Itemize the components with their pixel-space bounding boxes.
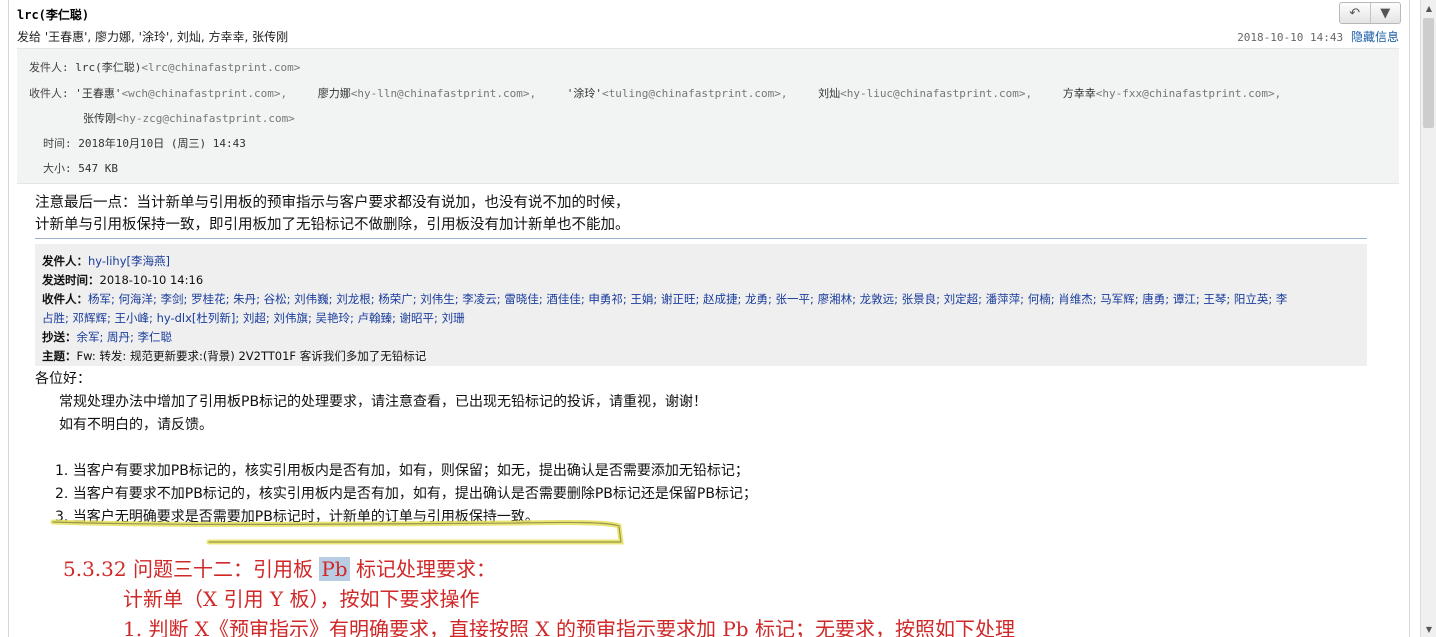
to-row: 收件人: '王春惠'<wch@chinafastprint.com>, 廖力娜<…: [29, 85, 1281, 101]
time-value: 2018年10月10日 (周三) 14:43: [78, 137, 246, 150]
time-label: 时间:: [43, 137, 72, 150]
email-header: lrc(李仁聪) 发给 '王春惠', 廖力娜, '涂玲', 刘灿, 方幸幸, 张…: [9, 0, 1409, 48]
recipient[interactable]: 廖力娜<hy-lln@chinafastprint.com>,: [318, 87, 536, 100]
document-excerpt: 5.3.32 问题三十二：引用板 Pb 标记处理要求： 计新单（X 引用 Y 板…: [63, 554, 1015, 637]
recipient[interactable]: 张传刚<hy-zcg@chinafastprint.com>: [83, 112, 295, 125]
hide-info-link[interactable]: 隐藏信息: [1351, 30, 1399, 44]
email-view: lrc(李仁聪) 发给 '王春惠', 廖力娜, '涂玲', 刘灿, 方幸幸, 张…: [8, 0, 1410, 637]
triangle-down-icon: ▼: [1380, 5, 1391, 21]
to-row-continued: 张传刚<hy-zcg@chinafastprint.com>: [83, 110, 295, 126]
more-dropdown-button[interactable]: ▼: [1369, 3, 1401, 23]
excerpt-line: 1. 判断 X《预审指示》有明确要求，直接按照 X 的预审指示要求加 Pb 标记…: [123, 617, 1015, 637]
sent-to-summary: 发给 '王春惠', 廖力娜, '涂玲', 刘灿, 方幸幸, 张传刚: [17, 30, 289, 44]
quoted-to-value[interactable]: 杨军; 何海洋; 李剑; 罗桂花; 朱丹; 谷松; 刘伟巍; 刘龙根; 杨荣广;…: [88, 292, 1287, 306]
body-line: 注意最后一点：当计新单与引用板的预审指示与客户要求都没有说加，也没有说不加的时候…: [35, 195, 630, 211]
scrollbar-thumb[interactable]: [1423, 18, 1434, 128]
recipient[interactable]: '涂玲'<tuling@chinafastprint.com>,: [567, 87, 788, 100]
excerpt-title: 5.3.32 问题三十二：引用板 Pb 标记处理要求：: [63, 557, 496, 581]
reply-button[interactable]: ↶: [1340, 3, 1370, 23]
to-label: 收件人:: [29, 87, 69, 100]
quoted-sent: 发送时间：2018-10-10 14:16: [42, 273, 204, 287]
yellow-underline-annotation: [50, 519, 624, 545]
reply-button-group: ↶ ▼: [1339, 2, 1401, 24]
greeting: 各位好：: [35, 371, 91, 387]
excerpt-line: 计新单（X 引用 Y 板），按如下要求操作: [123, 587, 480, 611]
recipient[interactable]: '王春惠'<wch@chinafastprint.com>,: [75, 87, 287, 100]
time-row: 时间: 2018年10月10日 (周三) 14:43: [43, 135, 246, 151]
message-body: 注意最后一点：当计新单与引用板的预审指示与客户要求都没有说加，也没有说不加的时候…: [35, 192, 630, 236]
size-value: 547 KB: [78, 162, 118, 175]
quoted-to: 收件人：杨军; 何海洋; 李剑; 罗桂花; 朱丹; 谷松; 刘伟巍; 刘龙根; …: [42, 292, 1288, 306]
recipient[interactable]: 刘灿<hy-liuc@chinafastprint.com>,: [818, 87, 1032, 100]
from-name[interactable]: lrc(李仁聪): [75, 61, 141, 74]
letter-paragraph: 如有不明白的，请反馈。: [59, 417, 213, 433]
letter-paragraph: 常规处理办法中增加了引用板PB标记的处理要求，请注意查看，已出现无铅标记的投诉，…: [59, 394, 708, 410]
quoted-header: 发件人：hy-lihy[李海燕] 发送时间：2018-10-10 14:16 收…: [35, 244, 1367, 366]
sender-name: lrc(李仁聪): [17, 8, 90, 22]
quoted-subject: 主题：Fw: 转发: 规范更新要求:(背景) 2V2TT01F 客诉我们多加了无…: [42, 349, 427, 363]
from-label: 发件人:: [29, 61, 69, 74]
recipient[interactable]: 方幸幸<hy-fxx@chinafastprint.com>,: [1063, 87, 1281, 100]
header-meta: 2018-10-10 14:43 隐藏信息: [1237, 28, 1399, 45]
quoted-from-value[interactable]: hy-lihy[李海燕]: [88, 254, 170, 268]
selected-text: Pb: [319, 557, 350, 581]
quoted-cc-value[interactable]: 余军; 周丹; 李仁聪: [77, 330, 173, 344]
scroll-down-icon[interactable]: ▼: [1421, 621, 1436, 637]
vertical-scrollbar[interactable]: ▲ ▼: [1420, 0, 1436, 637]
scroll-up-icon[interactable]: ▲: [1421, 0, 1436, 16]
quoted-from: 发件人：hy-lihy[李海燕]: [42, 254, 170, 268]
list-item: 1. 当客户有要求加PB标记的，核实引用板内是否有加，如有，则保留；如无，提出确…: [55, 463, 749, 479]
quote-divider: [35, 238, 1367, 239]
quoted-cc: 抄送：余军; 周丹; 李仁聪: [42, 330, 173, 344]
email-info-panel: 发件人: lrc(李仁聪)<lrc@chinafastprint.com> 收件…: [17, 48, 1399, 184]
size-label: 大小:: [43, 162, 72, 175]
from-row: 发件人: lrc(李仁聪)<lrc@chinafastprint.com>: [29, 59, 300, 75]
size-row: 大小: 547 KB: [43, 160, 118, 176]
email-date: 2018-10-10 14:43: [1237, 31, 1344, 44]
reply-arrow-icon: ↶: [1349, 5, 1361, 21]
quoted-to-continued: 占胜; 邓辉辉; 王小峰; hy-dlx[杜列新]; 刘超; 刘伟旗; 吴艳玲;…: [42, 311, 465, 325]
from-address: <lrc@chinafastprint.com>: [141, 61, 301, 74]
body-line: 计新单与引用板保持一致，即引用板加了无铅标记不做删除，引用板没有加计新单也不能加…: [35, 217, 630, 233]
